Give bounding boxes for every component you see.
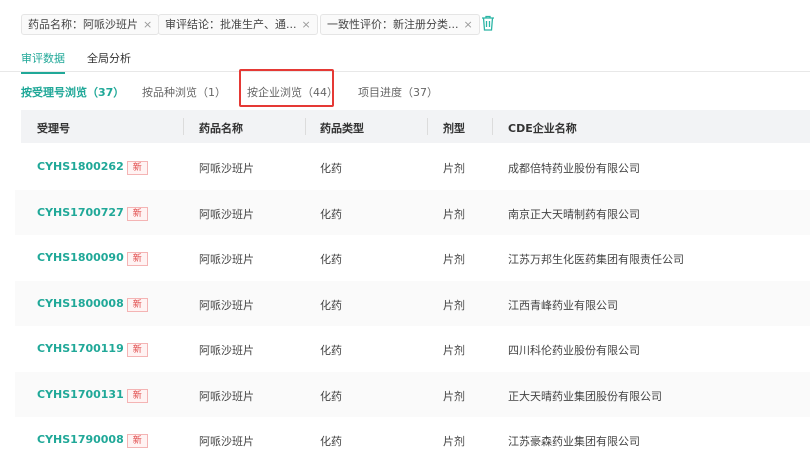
table-row[interactable]: CYHS1800262 新 阿哌沙班片 化药 片剂 成都倍特药业股份有限公司 xyxy=(15,144,810,189)
new-badge: 新 xyxy=(126,161,148,175)
drug-name-cell: 阿哌沙班片 xyxy=(199,298,254,312)
acceptance-no-link[interactable]: CYHS1800090 xyxy=(37,251,124,264)
acceptance-cell: CYHS1700727 新 xyxy=(37,206,148,221)
acceptance-no-link[interactable]: CYHS1800262 xyxy=(37,160,124,173)
acceptance-no-link[interactable]: CYHS1700131 xyxy=(37,388,124,401)
subtab-project-progress[interactable]: 项目进度（37） xyxy=(358,84,438,100)
acceptance-cell: CYHS1700131 新 xyxy=(37,388,148,403)
drug-type-cell: 化药 xyxy=(320,207,342,221)
acceptance-no-link[interactable]: CYHS1700727 xyxy=(37,206,124,219)
acceptance-cell: CYHS1800008 新 xyxy=(37,297,148,312)
highlight-box xyxy=(239,69,334,107)
col-drug-name: 药品名称 xyxy=(199,122,243,135)
subtab-by-variety[interactable]: 按品种浏览（1） xyxy=(142,84,226,100)
company-cell: 江苏万邦生化医药集团有限责任公司 xyxy=(508,253,684,266)
new-badge: 新 xyxy=(126,252,148,266)
drug-name-cell: 阿哌沙班片 xyxy=(199,253,254,266)
company-cell: 江苏豪森药业集团有限公司 xyxy=(508,435,640,448)
acceptance-cell: CYHS1700119 新 xyxy=(37,342,148,357)
divider xyxy=(305,118,306,135)
filter-chip-conclusion: 审评结论：批准生产、通... × xyxy=(158,14,318,35)
table-row[interactable]: CYHS1700131 新 阿哌沙班片 化药 片剂 正大天晴药业集团股份有限公司 xyxy=(15,371,810,417)
col-drug-type: 药品类型 xyxy=(320,122,364,135)
col-dosage-form: 剂型 xyxy=(443,122,465,135)
drug-type-cell: 化药 xyxy=(320,389,342,403)
company-cell: 成都倍特药业股份有限公司 xyxy=(508,162,640,175)
trash-icon[interactable] xyxy=(481,15,495,31)
dosage-form-cell: 片剂 xyxy=(443,207,465,221)
table-row[interactable]: CYHS1790008 新 阿哌沙班片 化药 片剂 江苏豪森药业集团有限公司 xyxy=(15,417,810,462)
close-icon[interactable]: × xyxy=(302,18,311,31)
new-badge: 新 xyxy=(126,343,148,357)
dosage-form-cell: 片剂 xyxy=(443,389,465,403)
drug-type-cell: 化药 xyxy=(320,344,342,357)
acceptance-no-link[interactable]: CYHS1790008 xyxy=(37,433,124,446)
table-header: 受理号 药品名称 药品类型 剂型 CDE企业名称 xyxy=(21,110,810,143)
company-cell: 江西青峰药业有限公司 xyxy=(508,298,618,312)
new-badge: 新 xyxy=(126,297,148,312)
table-row[interactable]: CYHS1800008 新 阿哌沙班片 化药 片剂 江西青峰药业有限公司 xyxy=(15,280,810,326)
divider xyxy=(427,118,428,135)
close-icon[interactable]: × xyxy=(143,18,152,31)
table-row[interactable]: CYHS1700119 新 阿哌沙班片 化药 片剂 四川科伦药业股份有限公司 xyxy=(15,326,810,371)
tab-global-analysis[interactable]: 全局分析 xyxy=(87,50,131,72)
acceptance-cell: CYHS1800262 新 xyxy=(37,160,148,175)
acceptance-no-link[interactable]: CYHS1800008 xyxy=(37,297,124,310)
dosage-form-cell: 片剂 xyxy=(443,344,465,357)
drug-name-cell: 阿哌沙班片 xyxy=(199,435,254,448)
table-row[interactable]: CYHS1800090 新 阿哌沙班片 化药 片剂 江苏万邦生化医药集团有限责任公… xyxy=(15,235,810,280)
subtab-by-acceptance[interactable]: 按受理号浏览（37） xyxy=(21,84,124,100)
acceptance-cell: CYHS1800090 新 xyxy=(37,251,148,266)
acceptance-cell: CYHS1790008 新 xyxy=(37,433,148,448)
close-icon[interactable]: × xyxy=(464,18,473,31)
filter-chip-consistency: 一致性评价：新注册分类... × xyxy=(320,14,480,35)
drug-type-cell: 化药 xyxy=(320,298,342,312)
col-acceptance-no: 受理号 xyxy=(37,122,70,135)
filter-chip-drug-name: 药品名称：阿哌沙班片 × xyxy=(21,14,160,35)
company-cell: 四川科伦药业股份有限公司 xyxy=(508,344,640,357)
dosage-form-cell: 片剂 xyxy=(443,162,465,175)
dosage-form-cell: 片剂 xyxy=(443,298,465,312)
dosage-form-cell: 片剂 xyxy=(443,435,465,448)
drug-name-cell: 阿哌沙班片 xyxy=(199,207,254,221)
drug-type-cell: 化药 xyxy=(320,253,342,266)
divider xyxy=(492,118,493,135)
drug-type-cell: 化药 xyxy=(320,435,342,448)
table-row[interactable]: CYHS1700727 新 阿哌沙班片 化药 片剂 南京正大天晴制药有限公司 xyxy=(15,189,810,235)
tab-review-data[interactable]: 审评数据 xyxy=(21,50,65,74)
divider xyxy=(183,118,184,135)
new-badge: 新 xyxy=(126,434,148,448)
dosage-form-cell: 片剂 xyxy=(443,253,465,266)
new-badge: 新 xyxy=(126,206,148,221)
acceptance-no-link[interactable]: CYHS1700119 xyxy=(37,342,124,355)
col-company: CDE企业名称 xyxy=(508,122,577,135)
company-cell: 正大天晴药业集团股份有限公司 xyxy=(508,389,662,403)
drug-name-cell: 阿哌沙班片 xyxy=(199,389,254,403)
company-cell: 南京正大天晴制药有限公司 xyxy=(508,207,640,221)
drug-type-cell: 化药 xyxy=(320,162,342,175)
main-tabs: 审评数据 全局分析 xyxy=(0,44,810,74)
drug-name-cell: 阿哌沙班片 xyxy=(199,162,254,175)
drug-name-cell: 阿哌沙班片 xyxy=(199,344,254,357)
new-badge: 新 xyxy=(126,388,148,403)
